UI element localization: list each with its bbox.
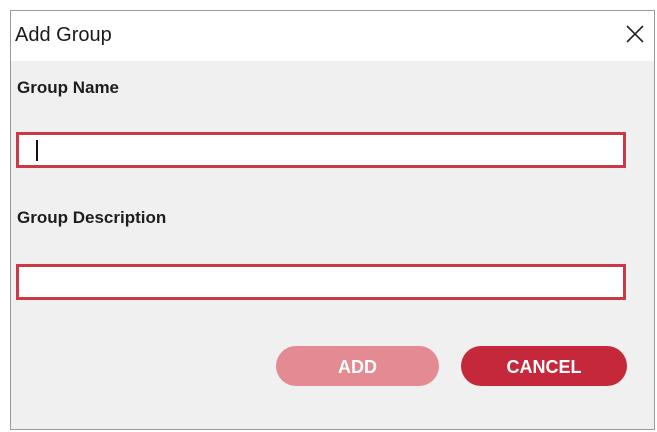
close-icon[interactable] [622, 21, 648, 47]
dialog-title: Add Group [15, 24, 112, 46]
group-name-label: Group Name [17, 78, 120, 97]
group-description-label: Group Description [17, 208, 167, 227]
group-name-input[interactable] [16, 132, 626, 168]
cancel-button[interactable]: CANCEL [461, 346, 627, 386]
text-caret [36, 140, 38, 161]
group-description-input[interactable] [16, 264, 626, 300]
dialog-titlebar: Add Group [11, 11, 654, 61]
add-button[interactable]: ADD [276, 346, 439, 386]
